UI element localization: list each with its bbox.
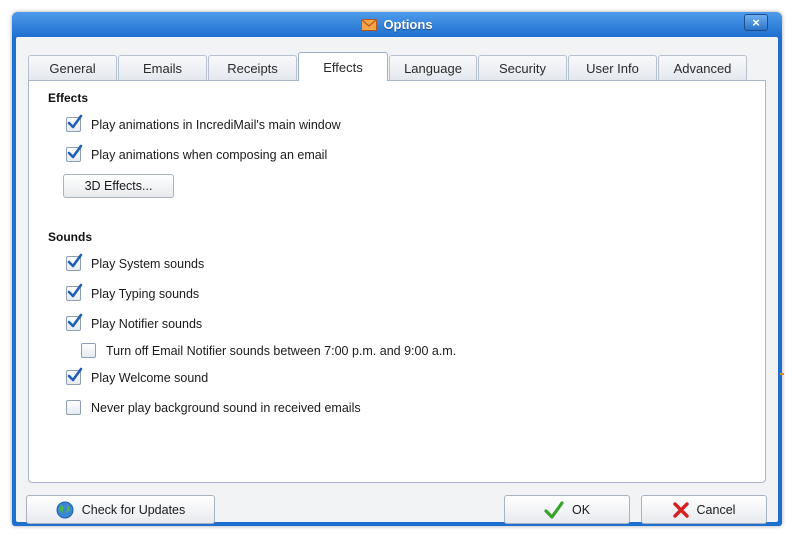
tab-receipts[interactable]: Receipts bbox=[208, 55, 297, 80]
tab-general[interactable]: General bbox=[28, 55, 117, 80]
cancel-button[interactable]: Cancel bbox=[641, 495, 767, 524]
sounds-section-title: Sounds bbox=[48, 230, 92, 244]
options-window: Options × General Emails Receipts Effect… bbox=[12, 12, 784, 526]
x-icon bbox=[672, 501, 689, 518]
checkmark-icon bbox=[67, 367, 83, 382]
effects-panel: Effects Play animations in IncrediMail's… bbox=[28, 80, 766, 483]
effects-section-title: Effects bbox=[48, 91, 89, 105]
option-notifier-quiet-hours[interactable]: Turn off Email Notifier sounds between 7… bbox=[81, 343, 456, 358]
window-title: Options bbox=[383, 17, 433, 32]
envelope-icon bbox=[361, 18, 378, 31]
checkmark-icon bbox=[67, 144, 83, 159]
option-notifier-sounds[interactable]: Play Notifier sounds bbox=[66, 313, 203, 331]
cancel-label: Cancel bbox=[696, 502, 736, 517]
checkmark-icon bbox=[544, 500, 564, 519]
ok-label: OK bbox=[571, 502, 591, 517]
checkbox[interactable] bbox=[81, 343, 96, 358]
tab-emails[interactable]: Emails bbox=[118, 55, 207, 80]
checkmark-icon bbox=[67, 253, 83, 268]
client-area: General Emails Receipts Effects Language… bbox=[16, 37, 778, 524]
option-label: Play Notifier sounds bbox=[91, 316, 203, 331]
ok-button[interactable]: OK bbox=[504, 495, 630, 524]
globe-icon bbox=[56, 501, 74, 518]
option-typing-sounds[interactable]: Play Typing sounds bbox=[66, 283, 200, 301]
checkmark-icon bbox=[67, 114, 83, 129]
option-label: Play Typing sounds bbox=[91, 286, 200, 301]
tab-security[interactable]: Security bbox=[478, 55, 567, 80]
title-bar[interactable]: Options × bbox=[12, 12, 782, 37]
close-button[interactable]: × bbox=[744, 14, 768, 31]
checkmark-icon bbox=[67, 283, 83, 298]
resize-marker bbox=[780, 373, 784, 375]
checkmark-icon bbox=[67, 313, 83, 328]
checkbox[interactable] bbox=[66, 367, 83, 385]
option-label: Play Welcome sound bbox=[91, 370, 209, 385]
option-system-sounds[interactable]: Play System sounds bbox=[66, 253, 205, 271]
option-label: Play animations when composing an email bbox=[91, 147, 328, 162]
check-updates-button[interactable]: Check for Updates bbox=[26, 495, 215, 524]
tab-user-info[interactable]: User Info bbox=[568, 55, 657, 80]
check-updates-label: Check for Updates bbox=[81, 502, 186, 517]
checkbox[interactable] bbox=[66, 144, 83, 162]
option-no-background-sound[interactable]: Never play background sound in received … bbox=[66, 400, 361, 415]
tab-advanced[interactable]: Advanced bbox=[658, 55, 747, 80]
option-label: Play animations in IncrediMail's main wi… bbox=[91, 117, 341, 132]
option-label: Turn off Email Notifier sounds between 7… bbox=[106, 343, 457, 358]
checkbox[interactable] bbox=[66, 114, 83, 132]
tab-language[interactable]: Language bbox=[389, 55, 477, 80]
option-main-window-animations[interactable]: Play animations in IncrediMail's main wi… bbox=[66, 114, 341, 132]
option-label: Never play background sound in received … bbox=[91, 400, 361, 415]
checkbox[interactable] bbox=[66, 253, 83, 271]
option-label: Play System sounds bbox=[91, 256, 205, 271]
checkbox[interactable] bbox=[66, 313, 83, 331]
tab-effects[interactable]: Effects bbox=[298, 52, 388, 81]
checkbox[interactable] bbox=[66, 400, 81, 415]
checkbox[interactable] bbox=[66, 283, 83, 301]
option-welcome-sound[interactable]: Play Welcome sound bbox=[66, 367, 209, 385]
option-composing-animations[interactable]: Play animations when composing an email bbox=[66, 144, 328, 162]
tab-bar: General Emails Receipts Effects Language… bbox=[28, 52, 768, 81]
3d-effects-button[interactable]: 3D Effects... bbox=[63, 174, 174, 198]
